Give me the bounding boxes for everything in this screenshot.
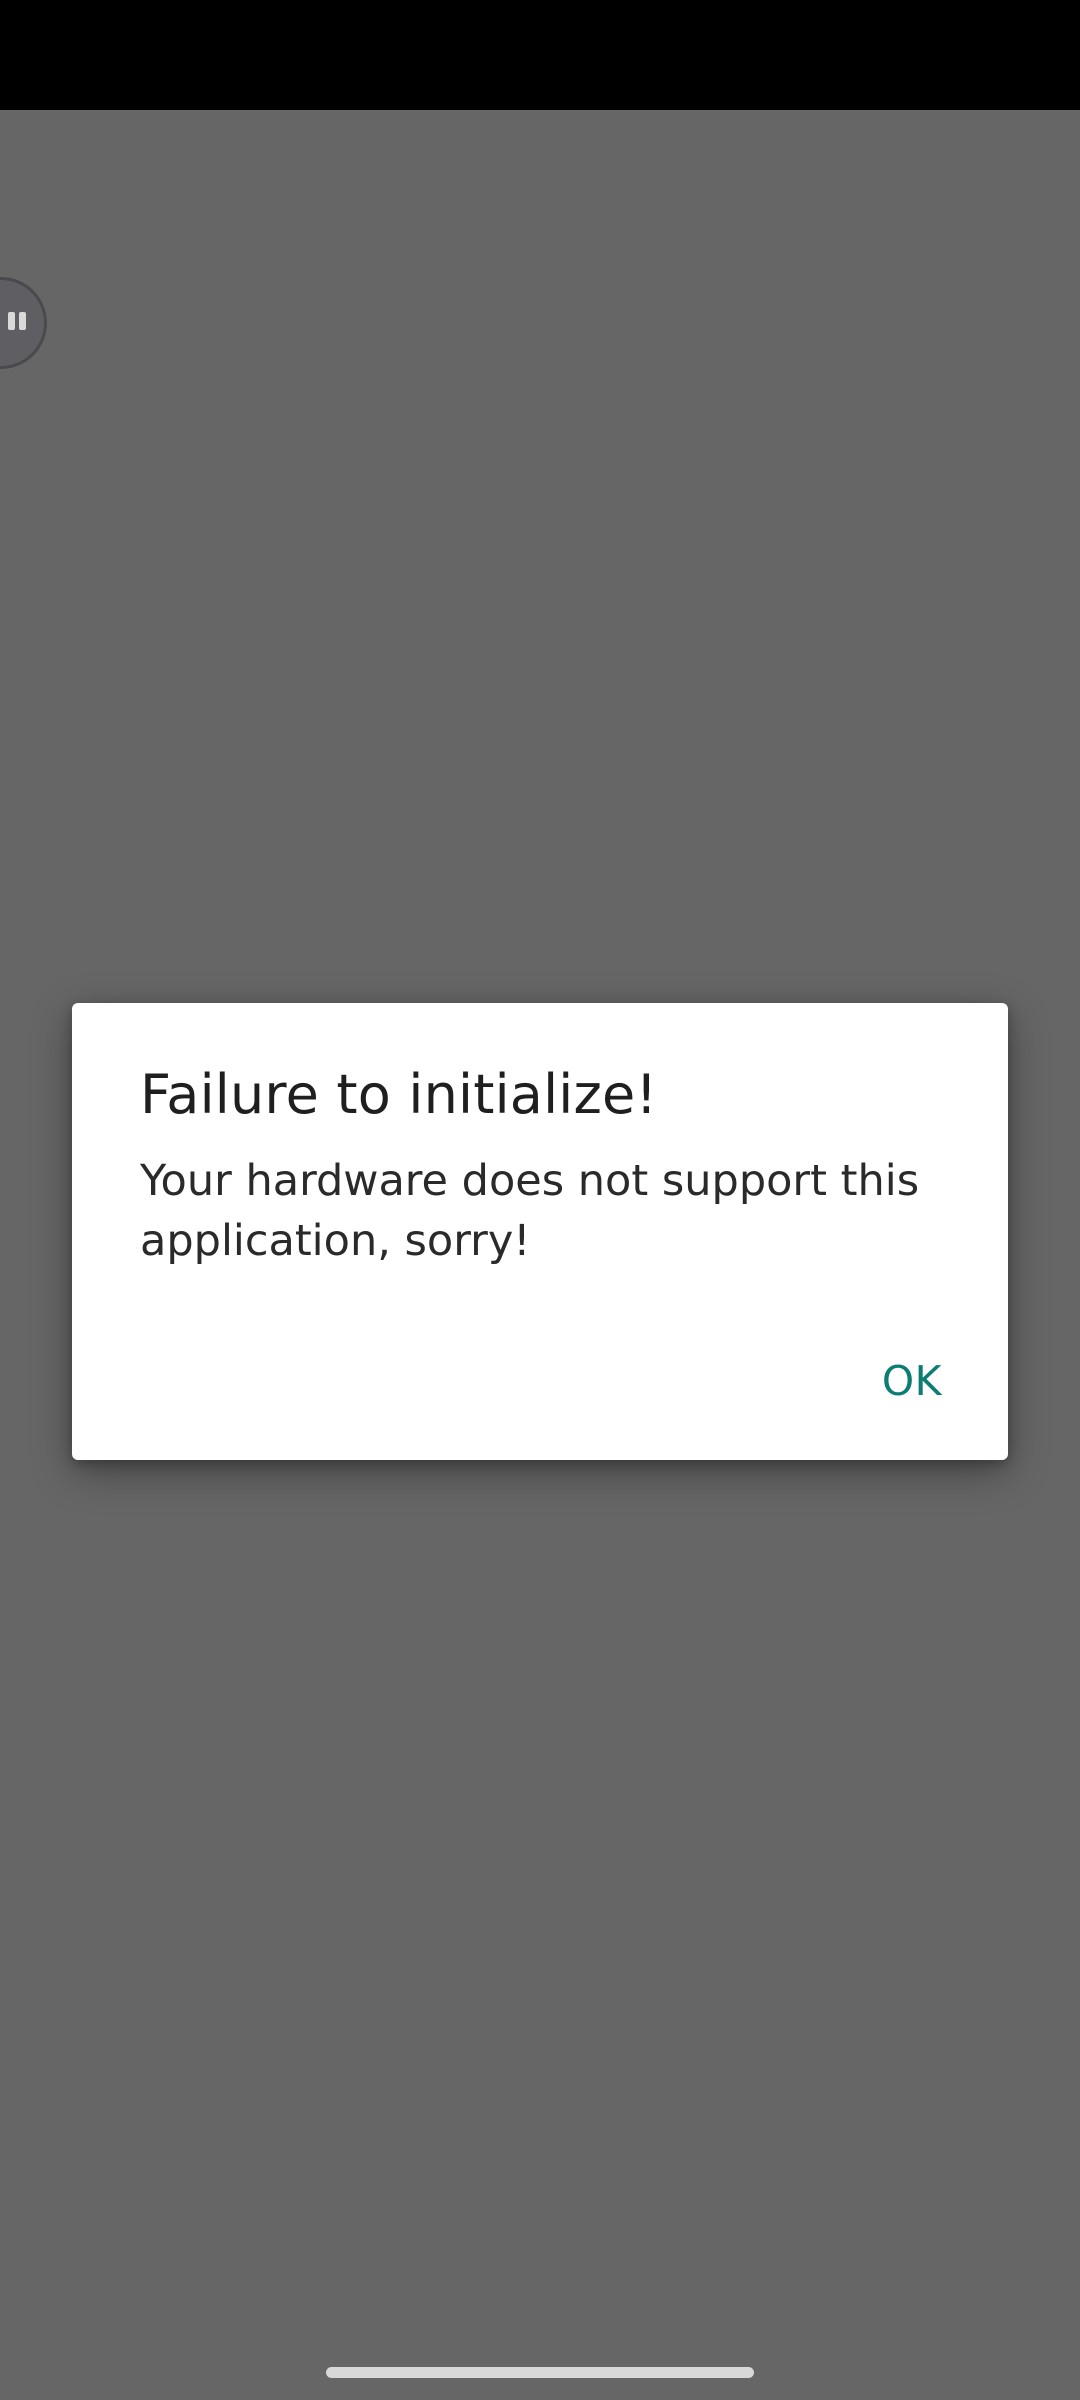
dialog-title: Failure to initialize! [140,1063,658,1126]
gesture-navigation-bar[interactable] [326,2367,754,2378]
ok-button[interactable]: OK [882,1341,942,1421]
app-screen: Failure to initialize! Your hardware doe… [0,0,1080,2400]
floating-pause-bubble[interactable] [0,277,47,369]
alert-dialog: Failure to initialize! Your hardware doe… [72,1003,1008,1460]
dialog-message: Your hardware does not support this appl… [140,1156,920,1266]
pause-icon [4,312,26,334]
status-bar [0,0,1080,110]
